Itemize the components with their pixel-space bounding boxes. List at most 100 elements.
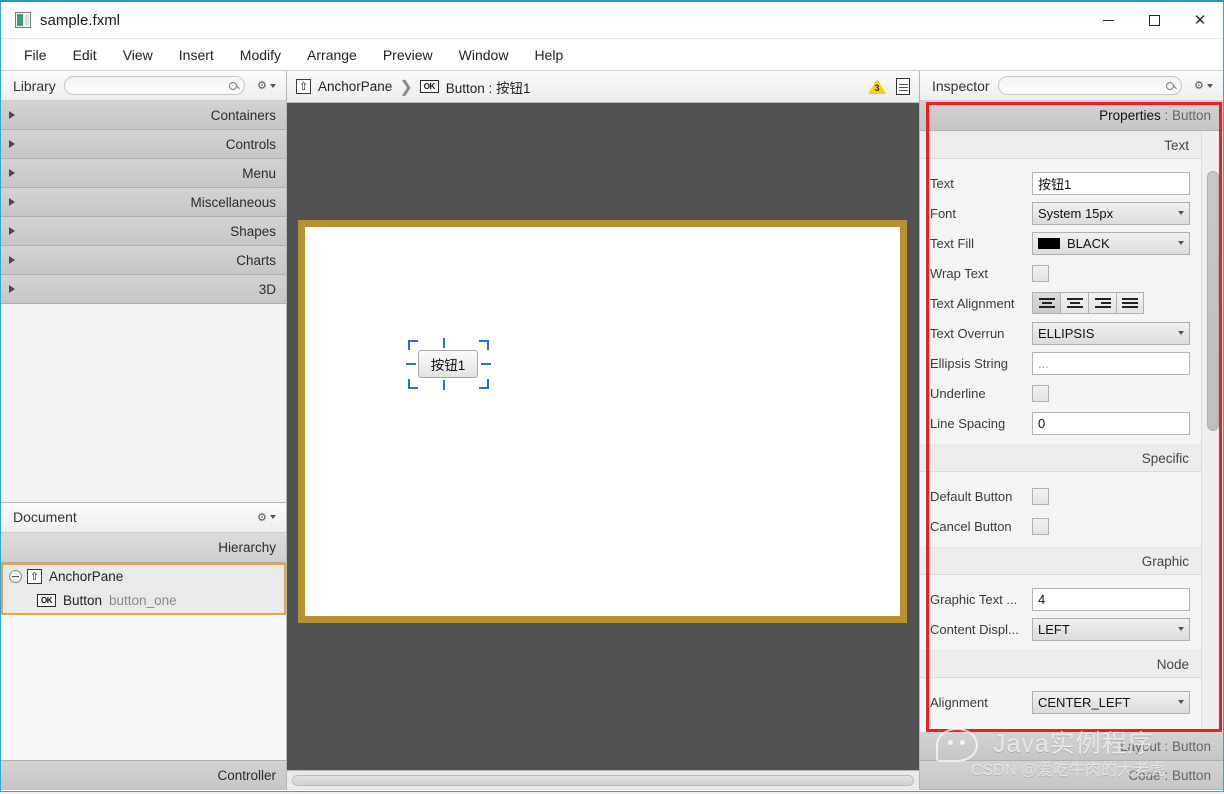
inspector-scroll-area: Text Text 按钮1 Font System 15px Text Fill xyxy=(920,131,1223,732)
section-label: Miscellaneous xyxy=(190,195,276,210)
scrollbar-thumb[interactable] xyxy=(1207,171,1219,431)
button-widget[interactable]: 按钮1 xyxy=(418,350,478,378)
controller-label: Controller xyxy=(217,768,276,783)
library-search-input[interactable] xyxy=(64,76,245,95)
property-row-ellipsis-string: Ellipsis String ... xyxy=(920,348,1201,378)
property-label: Text Overrun xyxy=(930,326,1032,341)
button-ok-icon: OK xyxy=(420,80,439,93)
property-row-alignment: Alignment CENTER_LEFT xyxy=(920,687,1201,717)
group-header-text: Text xyxy=(920,131,1201,159)
property-row-text: Text 按钮1 xyxy=(920,168,1201,198)
inspector-scrollbar[interactable] xyxy=(1201,131,1223,732)
layout-label: Layout xyxy=(1120,739,1161,754)
property-label: Font xyxy=(930,206,1032,221)
inspector-content: Text Text 按钮1 Font System 15px Text Fill xyxy=(920,131,1201,732)
menu-file[interactable]: File xyxy=(11,43,60,67)
menu-bar: File Edit View Insert Modify Arrange Pre… xyxy=(1,39,1223,71)
library-options-button[interactable]: ⚙ xyxy=(253,80,280,91)
document-title: Document xyxy=(13,509,77,525)
close-icon: ✕ xyxy=(1194,13,1207,28)
text-overrun-combobox[interactable]: ELLIPSIS xyxy=(1032,322,1190,345)
ellipsis-string-input[interactable]: ... xyxy=(1032,352,1190,375)
inspector-search-input[interactable] xyxy=(998,76,1182,95)
hierarchy-label: Hierarchy xyxy=(218,540,276,555)
menu-preview[interactable]: Preview xyxy=(370,43,446,67)
align-right-button[interactable] xyxy=(1088,292,1116,314)
content-display-combobox[interactable]: LEFT xyxy=(1032,618,1190,641)
document-preview-icon[interactable] xyxy=(896,78,910,95)
alignment-combobox[interactable]: CENTER_LEFT xyxy=(1032,691,1190,714)
design-canvas[interactable]: 按钮1 xyxy=(287,103,919,770)
menu-insert[interactable]: Insert xyxy=(166,43,227,67)
library-header: Library ⚙ xyxy=(1,71,286,101)
chevron-right-icon xyxy=(9,140,15,148)
scrollbar-thumb[interactable] xyxy=(292,775,914,786)
combo-value: BLACK xyxy=(1067,236,1178,251)
menu-window[interactable]: Window xyxy=(446,43,522,67)
hierarchy-header[interactable]: Hierarchy xyxy=(1,533,286,563)
property-label: Graphic Text ... xyxy=(930,592,1032,607)
library-section-controls[interactable]: Controls xyxy=(1,130,286,159)
property-row-text-fill: Text Fill BLACK xyxy=(920,228,1201,258)
menu-help[interactable]: Help xyxy=(521,43,576,67)
properties-section-header[interactable]: Properties : Button xyxy=(920,101,1223,131)
library-section-shapes[interactable]: Shapes xyxy=(1,217,286,246)
breadcrumb-label: Button : 按钮1 xyxy=(446,77,531,97)
layout-target: : Button xyxy=(1161,739,1211,754)
tree-row-button[interactable]: OK Button button_one xyxy=(3,589,284,613)
text-fill-combobox[interactable]: BLACK xyxy=(1032,232,1190,255)
library-section-charts[interactable]: Charts xyxy=(1,246,286,275)
library-section-containers[interactable]: Containers xyxy=(1,101,286,130)
library-section-menu[interactable]: Menu xyxy=(1,159,286,188)
line-spacing-input[interactable]: 0 xyxy=(1032,412,1190,435)
chevron-down-icon xyxy=(1178,627,1184,631)
section-label: 3D xyxy=(259,282,276,297)
align-left-button[interactable] xyxy=(1032,292,1060,314)
property-label: Text xyxy=(930,176,1032,191)
document-options-button[interactable]: ⚙ xyxy=(253,512,280,523)
graphic-text-gap-input[interactable]: 4 xyxy=(1032,588,1190,611)
code-label: Code xyxy=(1128,768,1160,783)
minimize-button[interactable] xyxy=(1085,2,1131,39)
property-label: Content Displ... xyxy=(930,622,1032,637)
library-section-miscellaneous[interactable]: Miscellaneous xyxy=(1,188,286,217)
anchorpane-root[interactable]: 按钮1 xyxy=(298,220,907,623)
property-label: Cancel Button xyxy=(930,519,1032,534)
canvas-horizontal-scrollbar[interactable] xyxy=(287,770,919,790)
warning-count: 3 xyxy=(874,83,880,93)
inspector-options-button[interactable]: ⚙ xyxy=(1190,80,1217,91)
title-bar: sample.fxml ✕ xyxy=(1,2,1223,39)
underline-checkbox[interactable] xyxy=(1032,385,1049,402)
warning-badge[interactable]: 3 xyxy=(868,79,886,94)
property-label: Default Button xyxy=(930,489,1032,504)
font-combobox[interactable]: System 15px xyxy=(1032,202,1190,225)
align-justify-button[interactable] xyxy=(1116,292,1144,314)
code-section-header[interactable]: Code : Button xyxy=(920,761,1223,790)
menu-view[interactable]: View xyxy=(110,43,166,67)
menu-arrange[interactable]: Arrange xyxy=(294,43,370,67)
text-input[interactable]: 按钮1 xyxy=(1032,172,1190,195)
default-button-checkbox[interactable] xyxy=(1032,488,1049,505)
library-section-3d[interactable]: 3D xyxy=(1,275,286,304)
chevron-right-icon xyxy=(9,111,15,119)
wrap-text-checkbox[interactable] xyxy=(1032,265,1049,282)
property-row-wrap-text: Wrap Text xyxy=(920,258,1201,288)
cancel-button-checkbox[interactable] xyxy=(1032,518,1049,535)
menu-edit[interactable]: Edit xyxy=(60,43,110,67)
anchorpane-icon: ⇧ xyxy=(296,79,311,94)
breadcrumb-item-anchorpane[interactable]: ⇧ AnchorPane xyxy=(296,79,392,94)
close-button[interactable]: ✕ xyxy=(1177,2,1223,39)
layout-section-header[interactable]: Layout : Button xyxy=(920,732,1223,761)
menu-modify[interactable]: Modify xyxy=(227,43,294,67)
collapse-toggle-icon[interactable] xyxy=(9,570,22,583)
breadcrumb-item-button[interactable]: OK Button : 按钮1 xyxy=(420,77,531,97)
maximize-button[interactable] xyxy=(1131,2,1177,39)
tree-row-anchorpane[interactable]: ⇧ AnchorPane xyxy=(3,565,284,589)
gear-icon: ⚙ xyxy=(257,80,268,91)
window-title: sample.fxml xyxy=(40,12,120,29)
group-header-graphic: Graphic xyxy=(920,547,1201,575)
controller-section[interactable]: Controller xyxy=(1,760,286,790)
chevron-down-icon xyxy=(270,84,276,88)
align-center-button[interactable] xyxy=(1060,292,1088,314)
button-ok-icon: OK xyxy=(37,594,56,607)
